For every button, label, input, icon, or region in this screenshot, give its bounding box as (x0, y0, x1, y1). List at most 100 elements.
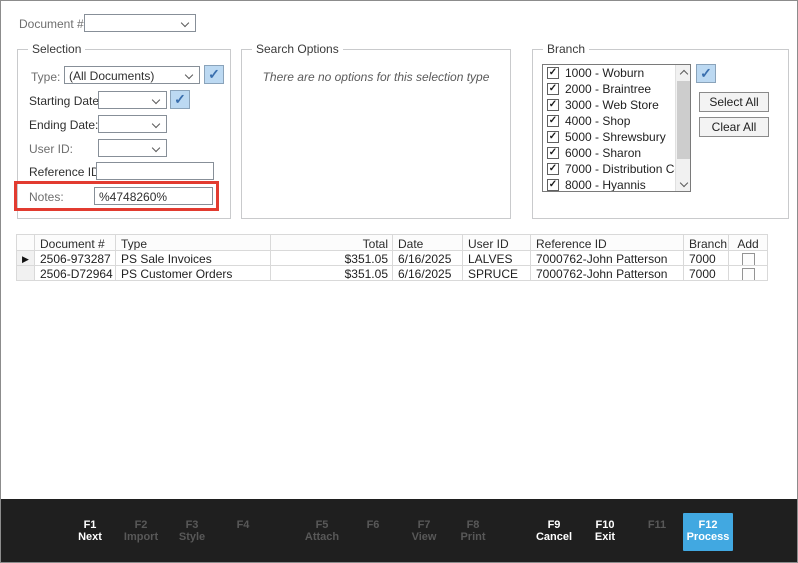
fkey-f10-exit[interactable]: F10Exit (595, 520, 615, 544)
chevron-down-icon (152, 120, 160, 128)
fkey-f7-view: F7View (412, 520, 437, 544)
branch-item-label: 6000 - Sharon (565, 146, 641, 160)
branch-item-label: 3000 - Web Store (565, 98, 659, 112)
column-header-date: Date (393, 234, 463, 251)
type-apply-check-button[interactable]: ✓ (204, 65, 224, 84)
branch-list-item[interactable]: ✓ 2000 - Braintree (543, 81, 690, 97)
branch-groupbox: Branch ✓ 1000 - Woburn ✓ 2000 - Braintre… (532, 49, 789, 219)
cell-add (729, 251, 768, 266)
cell-type: PS Customer Orders (116, 266, 271, 281)
notes-label: Notes: (29, 190, 64, 204)
chevron-down-icon (185, 71, 193, 79)
branch-list-item[interactable]: ✓ 1000 - Woburn (543, 65, 690, 81)
notes-field[interactable]: %4748260% (94, 187, 213, 205)
search-options-groupbox: Search Options There are no options for … (241, 49, 511, 219)
scroll-up-icon[interactable] (676, 65, 691, 80)
fkey-f6: F6 (367, 520, 380, 532)
checkbox-checked-icon[interactable]: ✓ (547, 131, 559, 143)
row-selector-cell[interactable]: ▶ (16, 251, 35, 266)
starting-date-label: Starting Date: (29, 94, 102, 108)
checkbox-checked-icon[interactable]: ✓ (547, 179, 559, 191)
column-header-type: Type (116, 234, 271, 251)
column-header-branch: Branch (684, 234, 729, 251)
cell-reference-id: 7000762-John Patterson (531, 266, 684, 281)
cell-branch: 7000 (684, 266, 729, 281)
cell-type: PS Sale Invoices (116, 251, 271, 266)
branch-checklist: ✓ 1000 - Woburn ✓ 2000 - Braintree ✓ 300… (542, 64, 691, 192)
cell-user-id: SPRUCE (463, 266, 531, 281)
cell-total: $351.05 (271, 251, 393, 266)
checkbox-checked-icon[interactable]: ✓ (547, 83, 559, 95)
branch-item-label: 5000 - Shrewsbury (565, 130, 666, 144)
function-key-bar: F1Next F2Import F3Style F4 F5Attach F6 F… (1, 499, 797, 563)
chevron-down-icon (181, 19, 189, 27)
check-icon: ✓ (208, 66, 220, 82)
type-combobox[interactable]: (All Documents) (64, 66, 200, 84)
fkey-f1-next[interactable]: F1Next (78, 520, 102, 544)
checkbox-checked-icon[interactable]: ✓ (547, 67, 559, 79)
add-checkbox-unchecked[interactable] (742, 268, 755, 281)
document-number-combobox[interactable] (84, 14, 196, 32)
select-all-button[interactable]: Select All (699, 92, 769, 112)
reference-id-field[interactable] (96, 162, 214, 180)
column-header-document: Document # (35, 234, 116, 251)
results-table: Document # Type Total Date User ID Refer… (16, 234, 768, 281)
search-options-message: There are no options for this selection … (242, 70, 510, 84)
user-id-combobox[interactable] (98, 139, 167, 157)
column-header-user-id: User ID (463, 234, 531, 251)
fkey-f4: F4 (237, 520, 250, 532)
branch-list-item[interactable]: ✓ 4000 - Shop (543, 113, 690, 129)
branch-item-label: 7000 - Distribution Center (565, 162, 691, 176)
fkey-f11: F11 (648, 520, 666, 532)
type-value: (All Documents) (69, 69, 181, 83)
cell-document: 2506-973287 (35, 251, 116, 266)
cell-user-id: LALVES (463, 251, 531, 266)
check-icon: ✓ (174, 91, 186, 107)
branch-list-item[interactable]: ✓ 5000 - Shrewsbury (543, 129, 690, 145)
branch-list-scrollbar[interactable] (675, 65, 690, 191)
scrollbar-thumb[interactable] (677, 81, 690, 159)
branch-item-label: 8000 - Hyannis (565, 178, 646, 192)
document-number-label: Document #: (19, 17, 87, 31)
checkbox-checked-icon[interactable]: ✓ (547, 147, 559, 159)
search-options-group-title: Search Options (252, 42, 343, 56)
branch-apply-check-button[interactable]: ✓ (696, 64, 716, 83)
fkey-f9-cancel[interactable]: F9Cancel (536, 520, 572, 544)
current-row-arrow-icon: ▶ (22, 254, 29, 264)
row-selector-cell[interactable] (16, 266, 35, 281)
branch-list-item[interactable]: ✓ 3000 - Web Store (543, 97, 690, 113)
notes-value: %4748260% (99, 190, 209, 204)
cell-date: 6/16/2025 (393, 251, 463, 266)
branch-list-item[interactable]: ✓ 7000 - Distribution Center (543, 161, 690, 177)
branch-list-item[interactable]: ✓ 6000 - Sharon (543, 145, 690, 161)
checkbox-checked-icon[interactable]: ✓ (547, 115, 559, 127)
type-label: Type: (31, 70, 60, 84)
cell-reference-id: 7000762-John Patterson (531, 251, 684, 266)
fkey-f2-import: F2Import (124, 520, 158, 544)
column-header-reference-id: Reference ID (531, 234, 684, 251)
branch-list-item[interactable]: ✓ 8000 - Hyannis (543, 177, 690, 192)
fkey-f12-process-button[interactable]: F12Process (683, 513, 733, 551)
branch-item-label: 4000 - Shop (565, 114, 630, 128)
branch-item-label: 2000 - Braintree (565, 82, 651, 96)
cell-total: $351.05 (271, 266, 393, 281)
cell-add (729, 266, 768, 281)
column-header-total: Total (271, 234, 393, 251)
reference-id-label: Reference ID: (29, 165, 103, 179)
add-checkbox-unchecked[interactable] (742, 253, 755, 266)
branch-group-title: Branch (543, 42, 589, 56)
scroll-down-icon[interactable] (676, 176, 691, 191)
ending-date-combobox[interactable] (98, 115, 167, 133)
fkey-f3-style: F3Style (179, 520, 205, 544)
checkbox-checked-icon[interactable]: ✓ (547, 99, 559, 111)
starting-date-combobox[interactable] (98, 91, 167, 109)
table-row[interactable]: 2506-D72964 PS Customer Orders $351.05 6… (16, 266, 768, 281)
clear-all-button[interactable]: Clear All (699, 117, 769, 137)
user-id-label: User ID: (29, 142, 73, 156)
table-row[interactable]: ▶ 2506-973287 PS Sale Invoices $351.05 6… (16, 251, 768, 266)
starting-date-apply-check-button[interactable]: ✓ (170, 90, 190, 109)
fkey-f8-print: F8Print (460, 520, 485, 544)
checkbox-checked-icon[interactable]: ✓ (547, 163, 559, 175)
document-selection-window: Document #: Selection Type: (All Documen… (0, 0, 798, 563)
chevron-down-icon (152, 144, 160, 152)
